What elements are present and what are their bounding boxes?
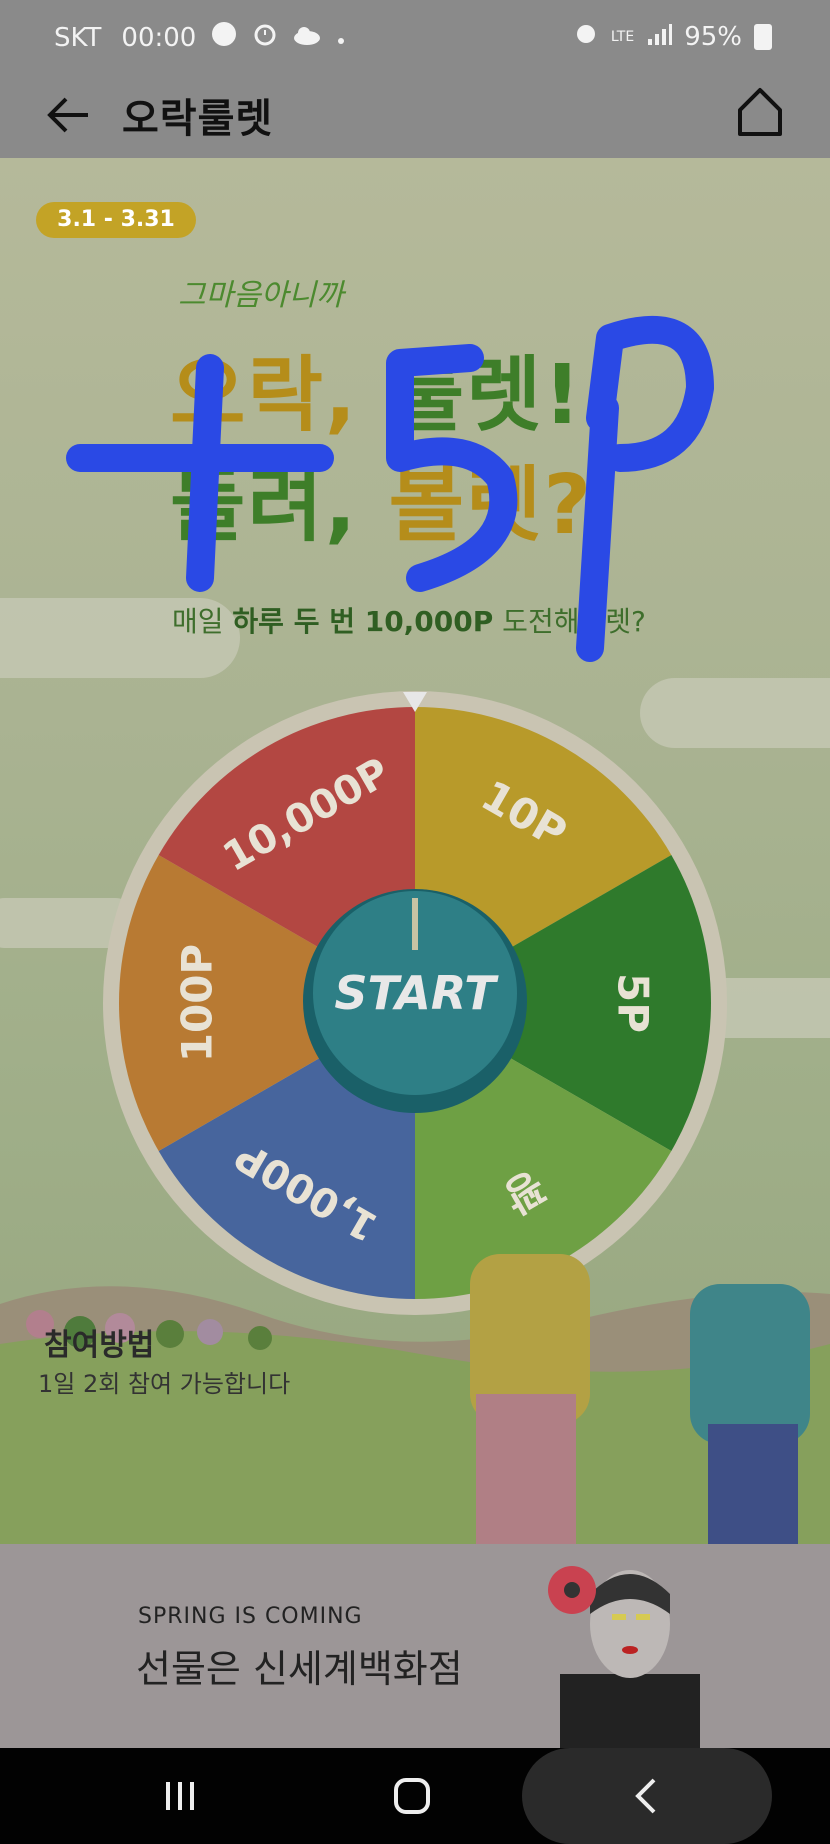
notification-icon	[210, 20, 238, 55]
dot-icon	[336, 23, 346, 53]
wheel-segment-label: 5P	[609, 973, 658, 1033]
date-range-badge: 3.1 - 3.31	[36, 202, 196, 238]
start-button[interactable]: START	[305, 958, 525, 1028]
headline-word: 볼렛?	[388, 458, 594, 553]
guide-text: 1일 2회 참여 가능합니다	[38, 1370, 291, 1398]
ad-eyebrow: SPRING IS COMING	[138, 1604, 363, 1629]
signal-icon	[646, 22, 673, 52]
event-subline: 매일 하루 두 번 10,000P 도전해볼렛?	[172, 600, 646, 640]
carrier-label: SKT	[54, 22, 102, 53]
tagline: 그마음아니까	[178, 278, 344, 313]
ad-headline: 선물은 신세계백화점	[136, 1647, 463, 1691]
headline-line2: 돌려, 볼렛?	[170, 438, 593, 557]
alarm-icon	[252, 21, 278, 54]
home-icon[interactable]	[734, 84, 786, 140]
subline-bold: 하루 두 번 10,000P	[232, 605, 494, 638]
status-left: SKT 00:00	[54, 20, 346, 55]
status-right: LTE 95%	[573, 20, 772, 53]
back-chevron-icon[interactable]	[618, 1772, 674, 1820]
back-arrow-icon[interactable]	[44, 90, 94, 140]
network-type: LTE	[610, 28, 635, 45]
headline-line1: 오락, 룰렛!	[170, 328, 583, 447]
wheel-segment-label: 100P	[173, 944, 222, 1062]
ad-banner[interactable]: SPRING IS COMING 선물은 신세계백화점	[0, 1544, 830, 1748]
clock: 00:00	[121, 22, 197, 53]
ad-model-image	[548, 1566, 700, 1748]
subline-text: 도전해볼렛?	[493, 605, 646, 638]
subline-text: 매일	[172, 605, 233, 638]
recent-apps-icon[interactable]	[152, 1772, 208, 1820]
headline-word: 오락,	[170, 348, 359, 443]
status-bar: SKT 00:00 LTE 95%	[0, 0, 830, 72]
page-title: 오락룰렛	[122, 96, 274, 142]
guide-title: 참여방법	[44, 1328, 155, 1363]
person-illustration	[690, 1284, 810, 1444]
headline-word: 돌려,	[170, 458, 359, 553]
battery-icon	[754, 23, 772, 50]
cloud-icon	[292, 23, 322, 53]
headline-word: 룰렛!	[388, 348, 583, 443]
alarm-icon	[573, 20, 599, 53]
battery-percent: 95%	[684, 21, 742, 52]
app-header: 오락룰렛	[0, 72, 830, 158]
system-nav-bar	[0, 1748, 830, 1844]
home-circle-icon[interactable]	[384, 1772, 440, 1820]
